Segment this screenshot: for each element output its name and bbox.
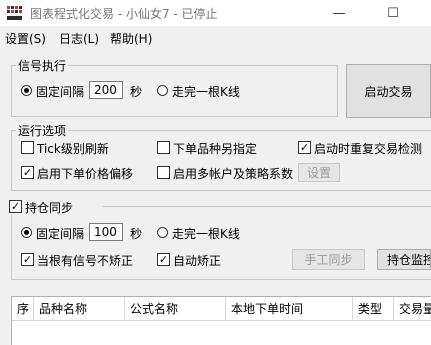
- signal-finish-kline-radio[interactable]: [157, 85, 168, 96]
- minimize-button[interactable]: —: [316, 0, 362, 26]
- sync-fixed-interval-label: 固定间隔: [36, 227, 85, 241]
- signal-fixed-interval-label: 固定间隔: [36, 85, 85, 99]
- signal-interval-unit: 秒: [130, 85, 143, 99]
- no-correct-checkbox[interactable]: ✓: [21, 253, 34, 266]
- col-header-contract[interactable]: 品种名称: [34, 297, 125, 321]
- col-header-order-time[interactable]: 本地下单时间: [226, 297, 353, 321]
- price-offset-label: 启用下单价格偏移: [37, 167, 134, 181]
- sync-finish-kline-radio[interactable]: [157, 227, 168, 238]
- checkmark-icon: ✓: [10, 200, 21, 213]
- menu-log[interactable]: 日志(L): [59, 30, 99, 47]
- signal-fixed-interval-radio[interactable]: [21, 85, 32, 96]
- menu-help[interactable]: 帮助(H): [110, 30, 152, 47]
- checkmark-icon: ✓: [22, 166, 33, 179]
- app-logo-icon: [7, 6, 22, 20]
- position-sync-checkbox[interactable]: ✓: [9, 200, 22, 213]
- price-offset-checkbox[interactable]: ✓: [21, 166, 34, 179]
- checkmark-icon: ✓: [158, 253, 169, 266]
- col-header-index[interactable]: 序: [12, 297, 34, 321]
- signal-interval-input[interactable]: [89, 81, 123, 99]
- col-header-formula[interactable]: 公式名称: [125, 297, 226, 321]
- multi-account-label: 启用多帐户及策略系数: [173, 167, 294, 181]
- auto-correct-label: 自动矫正: [173, 254, 222, 268]
- restart-check-checkbox[interactable]: ✓: [298, 141, 311, 154]
- sync-interval-input[interactable]: [89, 223, 123, 241]
- col-header-type[interactable]: 类型: [353, 297, 394, 321]
- run-options-title: 运行选项: [16, 122, 69, 139]
- maximize-icon: ☐: [387, 5, 399, 21]
- manual-sync-button[interactable]: 手工同步: [292, 249, 365, 270]
- tick-refresh-checkbox[interactable]: [21, 141, 34, 154]
- position-sync-title: 持仓同步: [25, 201, 74, 215]
- col-header-volume[interactable]: 交易量: [394, 297, 431, 321]
- other-contract-label: 下单品种另指定: [173, 142, 258, 156]
- auto-correct-checkbox[interactable]: ✓: [157, 253, 170, 266]
- other-contract-checkbox[interactable]: [157, 141, 170, 154]
- window-title: 图表程式化交易 - 小仙女7 - 已停止: [30, 7, 218, 21]
- multi-account-checkbox[interactable]: [157, 166, 170, 179]
- signal-exec-title: 信号执行: [16, 57, 69, 74]
- signal-finish-kline-label: 走完一根K线: [172, 85, 240, 99]
- tick-refresh-label: Tick级别刷新: [37, 142, 109, 156]
- checkmark-icon: ✓: [22, 253, 33, 266]
- minimize-icon: —: [332, 5, 346, 21]
- menu-settings[interactable]: 设置(S): [5, 30, 46, 47]
- sync-fixed-interval-radio[interactable]: [21, 227, 32, 238]
- position-monitor-button[interactable]: 持仓监控: [377, 249, 431, 270]
- trade-table[interactable]: 序 品种名称 公式名称 本地下单时间 类型 交易量: [11, 296, 431, 345]
- checkmark-icon: ✓: [299, 141, 310, 154]
- sync-finish-kline-label: 走完一根K线: [172, 227, 240, 241]
- multi-account-settings-button[interactable]: 设置: [298, 163, 340, 182]
- sync-interval-unit: 秒: [130, 227, 143, 241]
- maximize-button[interactable]: ☐: [370, 0, 416, 26]
- start-trading-button[interactable]: 启动交易: [346, 64, 431, 118]
- no-correct-label: 当根有信号不矫正: [37, 254, 134, 268]
- restart-check-label: 启动时重复交易检测: [314, 142, 423, 156]
